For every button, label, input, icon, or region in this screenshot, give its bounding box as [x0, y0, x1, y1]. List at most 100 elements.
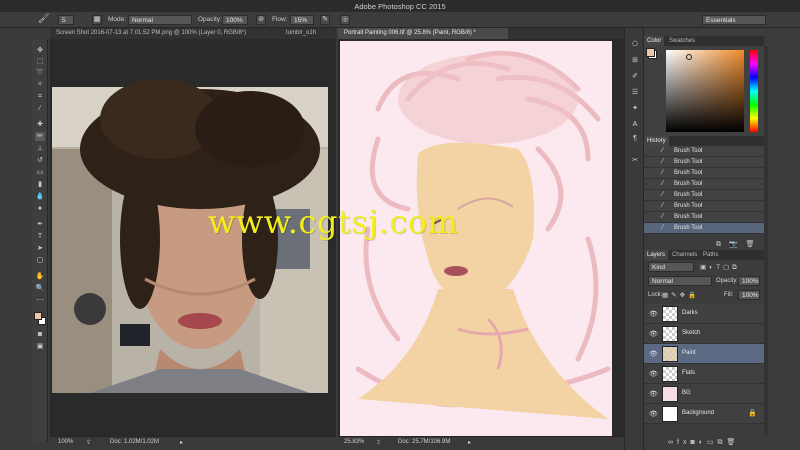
blur-tool-icon[interactable]: 💧	[35, 192, 45, 201]
history-item[interactable]: ∕ Brush Tool	[644, 190, 764, 201]
trash-icon[interactable]: 🗑	[746, 241, 755, 248]
history-brush-icon[interactable]: ↺	[35, 156, 45, 165]
share-icon[interactable]: ⇪	[86, 439, 91, 446]
quick-select-tool-icon[interactable]: ✧	[35, 80, 45, 89]
layer-row[interactable]: 👁 Darks	[644, 304, 764, 324]
brush-tool-icon[interactable]: ✏	[35, 132, 45, 141]
tab-paths[interactable]: Paths	[700, 250, 721, 260]
brush-presets-icon[interactable]: ✐	[630, 72, 640, 81]
dodge-tool-icon[interactable]: ●	[35, 204, 45, 213]
history-item[interactable]: ∕ Brush Tool	[644, 179, 764, 190]
adjustments-icon[interactable]: ☰	[630, 88, 640, 97]
doc-tab-screenshot[interactable]: Screen Shot 2016-07-13 at 7.01.52 PM.png…	[50, 28, 278, 39]
tab-swatches[interactable]: Swatches	[666, 36, 698, 46]
layer-blend-mode[interactable]: Normal	[648, 276, 712, 286]
status-arrow-icon[interactable]: ▸	[468, 439, 471, 446]
clone-stamp-icon[interactable]: ⊥	[35, 144, 45, 153]
layer-opacity-field[interactable]: 100%	[738, 276, 760, 286]
crop-tool-icon[interactable]: ⌗	[35, 92, 45, 101]
visibility-eye-icon[interactable]: 👁	[649, 350, 658, 358]
layer-row[interactable]: 👁 Sketch	[644, 324, 764, 344]
properties-panel-icon[interactable]: ⊞	[630, 56, 640, 65]
pressure-opacity-icon[interactable]: ⊘	[256, 15, 266, 25]
history-item[interactable]: ∕ Brush Tool	[644, 201, 764, 212]
panel-foreground-swatch[interactable]	[646, 48, 655, 57]
status-arrow-icon[interactable]: ▸	[180, 439, 183, 446]
layer-row[interactable]: 👁 Background 🔒	[644, 404, 764, 424]
layer-fill-field[interactable]: 100%	[738, 290, 760, 300]
brush-tool-icon[interactable]: 🖌	[38, 13, 49, 23]
tab-color[interactable]: Color	[644, 36, 665, 46]
tab-history[interactable]: History	[644, 136, 669, 146]
move-tool-icon[interactable]: ✥	[35, 46, 45, 55]
brush-size-picker[interactable]: 5	[58, 15, 74, 25]
flow-field[interactable]: 15%	[290, 15, 314, 25]
visibility-eye-icon[interactable]: 👁	[649, 390, 658, 398]
paragraph-panel-icon[interactable]: ¶	[630, 134, 640, 143]
layer-filter-kind[interactable]: Kind	[648, 262, 694, 272]
left-zoom-level[interactable]: 100%	[58, 439, 73, 445]
doc-tab-tumblr[interactable]: tumblr_o1h	[280, 28, 336, 39]
layer-row[interactable]: 👁 Paint	[644, 344, 764, 364]
snapshot-from-icon[interactable]: ⧉	[716, 241, 721, 248]
styles-icon[interactable]: ✦	[630, 104, 640, 113]
group-folder-icon[interactable]: ▭	[707, 439, 718, 446]
tool-presets-icon[interactable]: ✂	[630, 156, 640, 165]
visibility-eye-icon[interactable]: 👁	[649, 310, 658, 318]
right-zoom-level[interactable]: 25.83%	[344, 439, 364, 445]
color-field[interactable]	[666, 50, 744, 132]
airbrush-icon[interactable]: ✎	[320, 15, 330, 25]
character-panel-icon[interactable]: A	[630, 120, 640, 129]
adjustment-layer-icon[interactable]: ◐	[699, 439, 707, 446]
camera-icon[interactable]: 📷	[729, 241, 738, 248]
opacity-field[interactable]: 100%	[222, 15, 248, 25]
healing-brush-icon[interactable]: ✚	[35, 120, 45, 129]
screen-mode-icon[interactable]: ▣	[35, 342, 45, 351]
more-tools-icon[interactable]: ⋯	[35, 296, 45, 305]
share-icon[interactable]: ⇪	[376, 439, 381, 446]
mask-icon[interactable]: ◙	[690, 439, 698, 446]
lasso-tool-icon[interactable]: ➰	[35, 68, 45, 77]
type-tool-icon[interactable]: T	[35, 232, 45, 241]
mode-select[interactable]: Normal	[128, 15, 192, 25]
layer-row[interactable]: 👁 BG	[644, 384, 764, 404]
link-layers-icon[interactable]: ∞	[668, 439, 677, 446]
fx-icon[interactable]: fx	[677, 439, 690, 446]
delete-layer-icon[interactable]: 🗑	[727, 439, 740, 446]
eyedropper-tool-icon[interactable]: ⁄	[35, 104, 45, 113]
pen-tool-icon[interactable]: ✒	[35, 220, 45, 229]
history-item[interactable]: ∕ Brush Tool	[644, 146, 764, 157]
visibility-eye-icon[interactable]: 👁	[649, 410, 658, 418]
workspace-select[interactable]: Essentials	[702, 15, 766, 25]
history-item[interactable]: ∕ Brush Tool	[644, 168, 764, 179]
brush-panel-icon[interactable]: ▦	[92, 15, 102, 25]
new-layer-icon[interactable]: ⧉	[718, 439, 727, 446]
path-select-icon[interactable]: ➤	[35, 244, 45, 253]
history-item[interactable]: ∕ Brush Tool	[644, 212, 764, 223]
history-item-current[interactable]: ∕ Brush Tool	[644, 223, 764, 234]
doc-tab-portrait[interactable]: Portrait Painting 006.tif @ 25.8% (Paint…	[338, 28, 508, 39]
history-item[interactable]: ∕ Brush Tool	[644, 157, 764, 168]
foreground-color-swatch[interactable]	[34, 312, 42, 320]
lock-icons[interactable]: ▦✎✥🔒	[662, 291, 699, 299]
eraser-tool-icon[interactable]: ▭	[35, 168, 45, 177]
zoom-tool-icon[interactable]: 🔍	[35, 284, 45, 293]
panel-scrollbar[interactable]	[764, 46, 768, 436]
visibility-eye-icon[interactable]: 👁	[649, 370, 658, 378]
color-picker-cursor[interactable]	[686, 54, 692, 60]
hand-tool-icon[interactable]: ✋	[35, 272, 45, 281]
visibility-eye-icon[interactable]: 👁	[649, 330, 658, 338]
history-panel-icon[interactable]: ⎔	[630, 40, 640, 49]
marquee-tool-icon[interactable]: ⬚	[35, 57, 45, 66]
gradient-tool-icon[interactable]: ▮	[35, 180, 45, 189]
tab-layers[interactable]: Layers	[644, 250, 669, 260]
layer-filter-icons[interactable]: ▣◐T▢⧉	[700, 263, 740, 272]
layer-row[interactable]: 👁 Flats	[644, 364, 764, 384]
shape-tool-icon[interactable]: ▢	[35, 256, 45, 265]
tab-channels[interactable]: Channels	[669, 250, 700, 260]
quick-mask-icon[interactable]: ◙	[35, 330, 45, 339]
right-document-canvas[interactable]	[338, 39, 624, 436]
left-document-canvas[interactable]	[50, 39, 336, 436]
hue-slider[interactable]	[750, 50, 758, 132]
pressure-size-icon[interactable]: ◎	[340, 15, 350, 25]
